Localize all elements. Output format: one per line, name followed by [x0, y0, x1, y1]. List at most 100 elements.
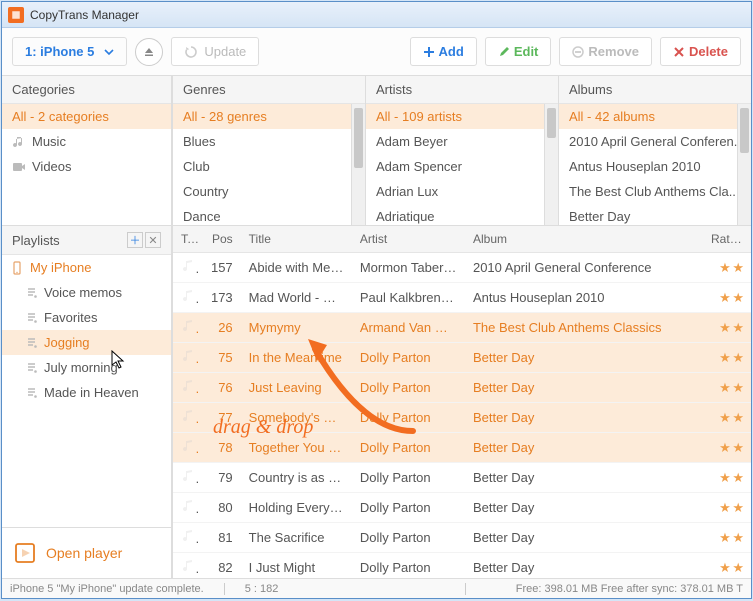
track-row[interactable]: 78Together You and IDolly PartonBetter D…: [173, 433, 751, 463]
track-row[interactable]: 75In the MeantimeDolly PartonBetter Day★…: [173, 343, 751, 373]
track-artist: Dolly Parton: [352, 494, 465, 521]
artists-item[interactable]: Adrian Lux: [366, 179, 558, 204]
track-artist: Dolly Parton: [352, 434, 465, 461]
genres-all[interactable]: All - 28 genres: [173, 104, 365, 129]
device-selector[interactable]: 1: iPhone 5: [12, 37, 127, 66]
albums-item[interactable]: The Best Club Anthems Cla...: [559, 179, 751, 204]
artists-item[interactable]: Adriatique: [366, 204, 558, 225]
albums-all[interactable]: All - 42 albums: [559, 104, 751, 129]
playlist-icon: [24, 361, 38, 375]
track-pos: 157: [199, 254, 241, 281]
artists-all[interactable]: All - 109 artists: [366, 104, 558, 129]
track-pos: 26: [199, 314, 241, 341]
artists-item[interactable]: Adam Beyer: [366, 129, 558, 154]
playlist-root[interactable]: My iPhone: [2, 255, 171, 280]
track-rating: ★ ★: [703, 344, 751, 372]
albums-item[interactable]: Antus Houseplan 2010: [559, 154, 751, 179]
track-row[interactable]: 173Mad World - Paul...Paul KalkbrennerAn…: [173, 283, 751, 313]
col-position[interactable]: Pos: [199, 226, 241, 252]
scrollbar[interactable]: [544, 104, 558, 225]
content-area: Categories All - 2 categories Music Vide…: [2, 76, 751, 578]
track-title: Mymymy: [241, 314, 352, 341]
col-artist[interactable]: Artist: [352, 226, 465, 252]
track-row[interactable]: 81The SacrificeDolly PartonBetter Day★ ★: [173, 523, 751, 553]
update-button[interactable]: Update: [171, 37, 259, 66]
add-button[interactable]: Add: [410, 37, 477, 66]
col-title[interactable]: Title: [241, 226, 352, 252]
track-title: In the Meantime: [241, 344, 352, 371]
genres-item[interactable]: Country: [173, 179, 365, 204]
track-album: Better Day: [465, 374, 703, 401]
track-title: Abide with Me; 'Ti...: [241, 254, 352, 281]
track-pos: 75: [199, 344, 241, 371]
playlist-item[interactable]: Voice memos: [2, 280, 171, 305]
track-album: Antus Houseplan 2010: [465, 284, 703, 311]
track-type-icon: [173, 253, 199, 282]
track-title: Together You and I: [241, 434, 352, 461]
track-row[interactable]: 77Somebody's Mis...Dolly PartonBetter Da…: [173, 403, 751, 433]
track-pos: 81: [199, 524, 241, 551]
track-row[interactable]: 76Just LeavingDolly PartonBetter Day★ ★: [173, 373, 751, 403]
scrollbar[interactable]: [737, 104, 751, 225]
artists-item[interactable]: Adam Spencer: [366, 154, 558, 179]
track-rating: ★ ★: [703, 464, 751, 492]
right-zone: Genres All - 28 genresBluesClubCountryDa…: [172, 76, 751, 578]
category-item[interactable]: Videos: [2, 154, 171, 179]
track-title: Country is as Co...: [241, 464, 352, 491]
edit-button[interactable]: Edit: [485, 37, 552, 66]
genres-item[interactable]: Blues: [173, 129, 365, 154]
status-left: iPhone 5 "My iPhone" update complete.: [10, 583, 204, 595]
tracks-list: 157Abide with Me; 'Ti...Mormon Taberna..…: [173, 253, 751, 578]
playlists-list: My iPhone Voice memosFavoritesJoggingJul…: [2, 255, 171, 527]
playlist-item[interactable]: Favorites: [2, 305, 171, 330]
track-title: Mad World - Paul...: [241, 284, 352, 311]
playlist-icon: [24, 311, 38, 325]
albums-panel: Albums All - 42 albums2010 April General…: [559, 76, 751, 225]
track-artist: Paul Kalkbrenner: [352, 284, 465, 311]
minus-circle-icon: [572, 46, 584, 58]
track-row[interactable]: 82I Just MightDolly PartonBetter Day★ ★: [173, 553, 751, 578]
playlist-item[interactable]: July morning: [2, 355, 171, 380]
delete-playlist-button[interactable]: ✕: [145, 232, 161, 248]
track-row[interactable]: 80Holding EverythingDolly PartonBetter D…: [173, 493, 751, 523]
track-row[interactable]: 26MymymyArmand Van Hel...The Best Club A…: [173, 313, 751, 343]
open-player-button[interactable]: Open player: [2, 527, 171, 578]
refresh-icon: [184, 45, 198, 59]
track-album: Better Day: [465, 524, 703, 551]
col-album[interactable]: Album: [465, 226, 703, 252]
categories-header: Categories: [2, 76, 171, 104]
artists-header: Artists: [366, 76, 558, 104]
albums-item[interactable]: 2010 April General Conferen...: [559, 129, 751, 154]
track-type-icon: [173, 553, 199, 578]
track-pos: 79: [199, 464, 241, 491]
add-playlist-button[interactable]: ＋: [127, 232, 143, 248]
scrollbar[interactable]: [351, 104, 365, 225]
track-type-icon: [173, 463, 199, 492]
track-title: Holding Everything: [241, 494, 352, 521]
toolbar: 1: iPhone 5 Update Add Edit Remove Delet…: [2, 28, 751, 76]
track-rating: ★ ★: [703, 494, 751, 522]
eject-button[interactable]: [135, 38, 163, 66]
col-track-icon[interactable]: T...: [173, 226, 199, 252]
categories-all[interactable]: All - 2 categories: [2, 104, 171, 129]
tracks-panel: T... Pos Title Artist Album Rating 157Ab…: [173, 226, 751, 578]
playlist-item[interactable]: Jogging: [2, 330, 171, 355]
remove-button[interactable]: Remove: [559, 37, 652, 66]
genres-item[interactable]: Club: [173, 154, 365, 179]
track-artist: Dolly Parton: [352, 464, 465, 491]
genres-item[interactable]: Dance: [173, 204, 365, 225]
track-album: Better Day: [465, 434, 703, 461]
col-rating[interactable]: Rating: [703, 226, 751, 252]
track-rating: ★ ★: [703, 554, 751, 579]
status-mid: 5 : 182: [245, 583, 445, 595]
artists-panel: Artists All - 109 artistsAdam BeyerAdam …: [366, 76, 559, 225]
track-row[interactable]: 79Country is as Co...Dolly PartonBetter …: [173, 463, 751, 493]
track-row[interactable]: 157Abide with Me; 'Ti...Mormon Taberna..…: [173, 253, 751, 283]
delete-button[interactable]: Delete: [660, 37, 741, 66]
playlist-item[interactable]: Made in Heaven: [2, 380, 171, 405]
category-item[interactable]: Music: [2, 129, 171, 154]
track-album: The Best Club Anthems Classics: [465, 314, 703, 341]
playlist-icon: [24, 336, 38, 350]
music-note-icon: [12, 135, 26, 149]
albums-item[interactable]: Better Day: [559, 204, 751, 225]
